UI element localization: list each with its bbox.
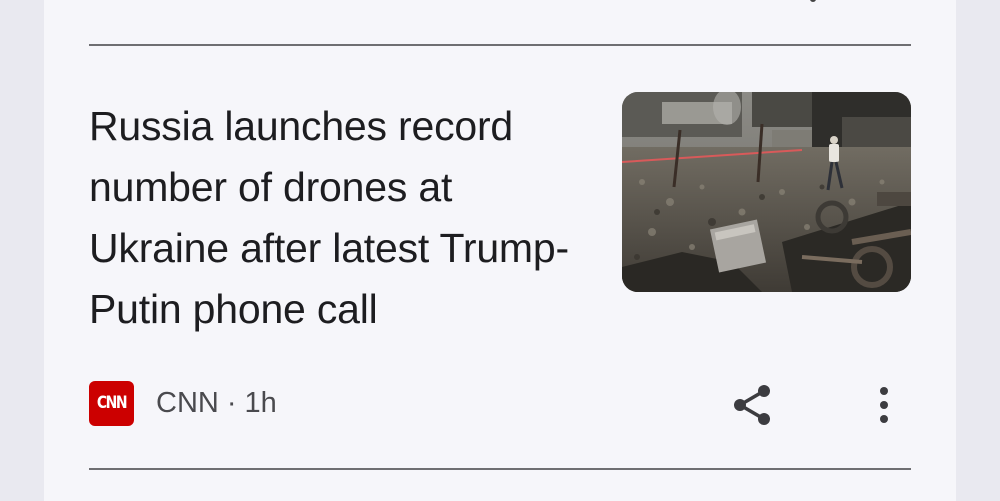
divider-bottom	[89, 468, 911, 470]
share-icon	[734, 385, 770, 425]
article-source-row: CNN CNN · 1h	[89, 380, 277, 426]
thumbnail-image	[622, 92, 911, 292]
previous-item-fragment	[810, 0, 816, 2]
more-vert-icon	[880, 387, 888, 423]
more-options-button[interactable]	[859, 378, 909, 432]
news-feed-card: Russia launches record number of drones …	[44, 0, 956, 501]
source-logo-text: CNN	[96, 393, 128, 413]
news-feed-page: Russia launches record number of drones …	[0, 0, 1000, 501]
article-headline[interactable]: Russia launches record number of drones …	[89, 96, 589, 340]
article-age: 1h	[244, 386, 277, 419]
cnn-logo-icon: CNN	[89, 380, 134, 426]
source-name: CNN	[156, 386, 219, 419]
meta-separator: ·	[226, 386, 237, 419]
share-button[interactable]	[726, 378, 780, 432]
news-article-item[interactable]: Russia launches record number of drones …	[44, 46, 956, 468]
article-thumbnail[interactable]	[622, 92, 911, 292]
